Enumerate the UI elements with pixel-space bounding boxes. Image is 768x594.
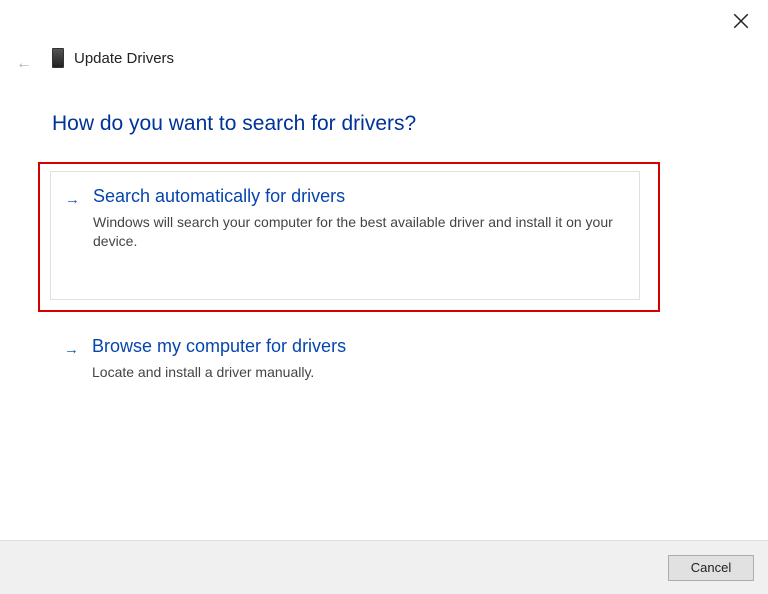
device-icon [52,48,64,68]
option-browse-computer[interactable]: → Browse my computer for drivers Locate … [50,322,640,392]
option-search-automatically[interactable]: → Search automatically for drivers Windo… [50,171,640,300]
footer-bar: Cancel [0,540,768,594]
option-browse-desc: Locate and install a driver manually. [92,363,622,382]
arrow-right-icon: → [65,191,80,208]
option-auto-desc: Windows will search your computer for th… [93,213,621,251]
option-browse-title: Browse my computer for drivers [92,336,622,357]
window-title: Update Drivers [74,50,174,67]
option-auto-title: Search automatically for drivers [93,186,621,207]
title-bar: Update Drivers [52,48,174,68]
close-button[interactable] [732,12,750,30]
arrow-right-icon: → [64,341,79,358]
back-arrow-icon: ← [16,55,32,73]
cancel-button[interactable]: Cancel [668,555,754,581]
page-heading: How do you want to search for drivers? [52,112,416,136]
